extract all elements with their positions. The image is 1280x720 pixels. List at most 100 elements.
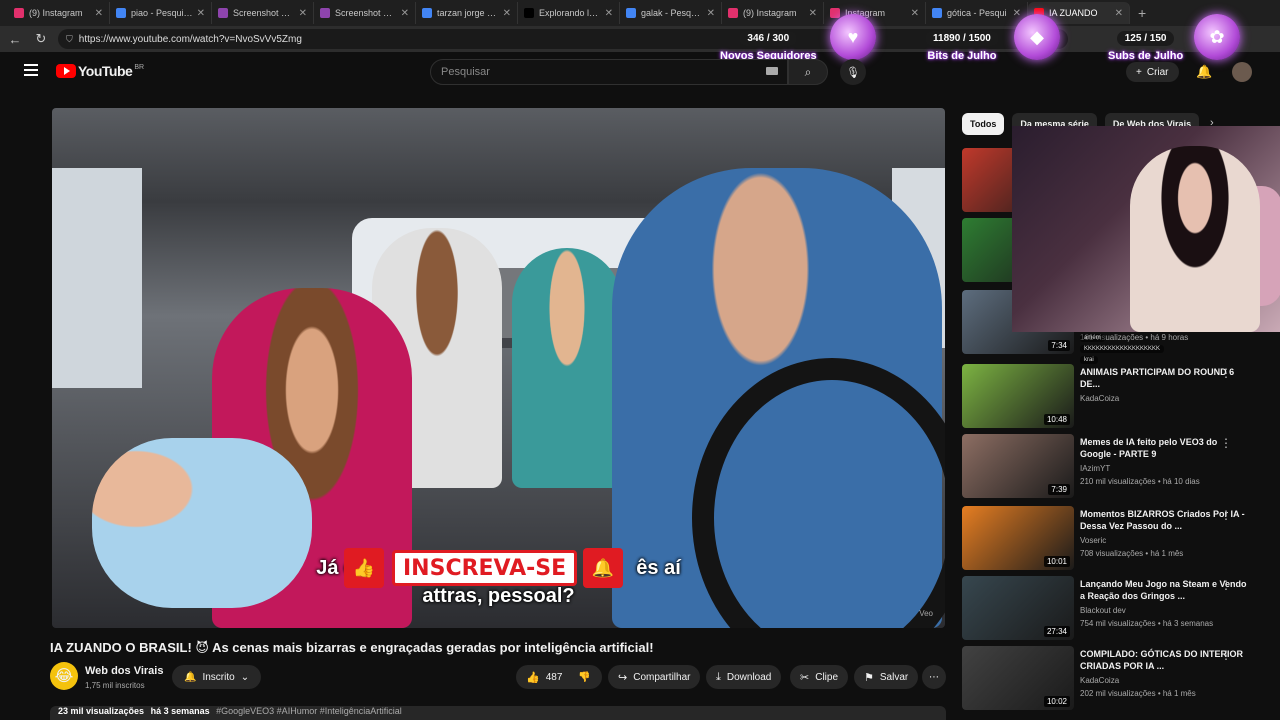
account-avatar[interactable] [1232,62,1252,82]
recommendation-thumbnail[interactable]: 10:01 [962,506,1074,570]
recommendation-channel[interactable]: Voseric [1080,536,1106,545]
recommendation-channel[interactable]: KadaCoiza [1080,676,1119,685]
more-actions-button[interactable]: ⋯ [922,665,946,689]
like-count[interactable]: 487 [546,672,563,683]
like-icon[interactable]: 👍 [526,671,540,684]
close-icon[interactable]: ✕ [401,8,409,19]
tab-label: gótica - Pesqui [947,8,1007,18]
chat-line: amém [1080,334,1220,345]
more-options-icon[interactable]: ⋮ [1220,648,1232,662]
video-title: IA ZUANDO O BRASIL! 😈 As cenas mais biza… [50,640,654,655]
download-button[interactable]: ⤓ Download [706,665,782,689]
close-icon[interactable]: ✕ [1115,8,1123,19]
tab-label: Explorando la Be [539,8,601,18]
url-field[interactable]: ⛉ https://www.youtube.com/watch?v=NvoSvV… [58,29,1068,49]
close-icon[interactable]: ✕ [911,8,919,19]
create-button[interactable]: + Criar [1126,62,1179,82]
recommendation-item[interactable]: 10:02 COMPILADO: GÓTICAS DO INTERIOR CRIA… [962,646,1272,712]
more-options-icon[interactable]: ⋮ [1220,436,1232,450]
browser-tab[interactable]: piao - Pesquisa G ✕ [110,2,212,24]
plus-icon: + [1136,66,1142,78]
tab-favicon-icon [524,8,534,18]
tab-label: galak - Pesquisa [641,8,703,18]
browser-tab[interactable]: gótica - Pesqui ✕ [926,2,1028,24]
browser-tab[interactable]: Screenshot por L ✕ [212,2,314,24]
address-bar: ← ↻ ⛉ https://www.youtube.com/watch?v=Nv… [0,26,1280,52]
tab-label: (9) Instagram [743,8,797,18]
tab-label: IA ZUANDO [1049,8,1098,18]
site-info-icon[interactable]: ⛉ [66,34,73,45]
youtube-logo[interactable]: YouTube BR [56,63,144,79]
recommendation-thumbnail[interactable]: 27:34 [962,576,1074,640]
more-options-icon[interactable]: ⋮ [1220,508,1232,522]
more-options-icon[interactable]: ⋮ [1220,578,1232,592]
video-duration: 7:39 [1048,484,1070,495]
keyboard-icon[interactable] [766,67,778,75]
description-box[interactable]: 23 mil visualizações há 3 semanas #Googl… [50,706,946,720]
close-icon[interactable]: ✕ [809,8,817,19]
close-icon[interactable]: ✕ [503,8,511,19]
subscribe-cta-overlay: 👍 INSCREVA-SE 🔔 [344,548,624,588]
channel-avatar[interactable]: 😂 [50,662,78,690]
browser-tab[interactable]: Screenshot por L ✕ [314,2,416,24]
veo-watermark: Veo [919,609,933,618]
download-icon: ⤓ [716,670,721,683]
mic-icon: 🎙 [846,66,860,79]
close-icon[interactable]: ✕ [95,8,103,19]
recommendation-item[interactable]: 10:01 Momentos BIZARROS Criados Por IA - … [962,506,1272,572]
recommendation-thumbnail[interactable]: 10:02 [962,646,1074,710]
clip-label: Clipe [815,671,839,683]
recommendation-thumbnail[interactable]: 10:48 [962,364,1074,428]
recommendation-channel[interactable]: KadaCoiza [1080,394,1119,403]
close-icon[interactable]: ✕ [605,8,613,19]
filter-chip[interactable]: Todos [962,113,1005,135]
recommendation-thumbnail[interactable]: 7:39 [962,434,1074,498]
share-label: Compartilhar [633,671,691,683]
upload-age: há 3 semanas [150,706,210,716]
logo-text: YouTube [78,63,133,79]
recommendation-channel[interactable]: IAzimYT [1080,464,1110,473]
browser-tab[interactable]: galak - Pesquisa ✕ [620,2,722,24]
search-input[interactable]: Pesquisar [430,59,788,85]
menu-icon[interactable] [24,64,38,76]
streamer-webcam [1012,126,1280,332]
recommendation-item[interactable]: 27:34 Lançando Meu Jogo na Steam e Vendo … [962,576,1272,642]
close-icon[interactable]: ✕ [299,8,307,19]
tab-favicon-icon [830,8,840,18]
browser-tab[interactable]: (9) Instagram ✕ [8,2,110,24]
clip-button[interactable]: ✂ Clipe [790,665,849,689]
browser-tab[interactable]: (9) Instagram ✕ [722,2,824,24]
more-options-icon[interactable]: ⋮ [1220,366,1232,380]
browser-tab[interactable]: Explorando la Be ✕ [518,2,620,24]
recommendation-meta: 210 mil visualizações • há 10 dias [1080,477,1200,486]
voice-search-button[interactable]: 🎙 [840,59,866,85]
subtitle-line-1-end: ês aí [636,557,681,579]
recommendation-item[interactable]: 10:48 ANIMAIS PARTICIPAM DO ROUND 6 DE...… [962,364,1272,430]
search-button[interactable]: ⌕ [788,59,828,85]
recommendation-item[interactable]: 7:39 Memes de IA feito pelo VEO3 do Googl… [962,434,1272,500]
notifications-icon[interactable]: 🔔 [1196,64,1212,80]
tab-label: Screenshot por L [335,8,397,18]
reload-icon[interactable]: ↻ [30,31,52,47]
browser-tab[interactable]: tarzan jorge - Pe ✕ [416,2,518,24]
bell-icon: 🔔 [583,548,624,588]
save-button[interactable]: ⚑ Salvar [854,665,919,689]
tab-favicon-icon [626,8,636,18]
share-button[interactable]: ↪ Compartilhar [608,665,701,689]
subtitle-line-2: attras, pessoal? [422,585,575,607]
close-icon[interactable]: ✕ [707,8,715,19]
video-duration: 10:01 [1043,556,1070,567]
recommendation-channel[interactable]: Blackout dev [1080,606,1126,615]
hashtags[interactable]: #GoogleVEO3 #AIHumor #InteligênciaArtifi… [216,706,402,716]
close-icon[interactable]: ✕ [1013,8,1021,19]
video-player[interactable]: Já o ês aí attras, pessoal? 👍 INSCREVA-SE… [52,108,945,628]
tab-label: piao - Pesquisa G [131,8,193,18]
youtube-header: YouTube BR Pesquisar ⌕ 🎙 + Criar 🔔 [0,52,1280,92]
passenger-woman [512,248,622,488]
channel-name[interactable]: Web dos Virais [85,665,163,677]
new-tab-icon[interactable]: + [1138,5,1146,21]
back-icon[interactable]: ← [4,32,26,47]
subscribed-button[interactable]: 🔔 Inscrito ⌄ [172,665,262,689]
close-icon[interactable]: ✕ [197,8,205,19]
dislike-icon[interactable]: 👎 [578,672,590,683]
